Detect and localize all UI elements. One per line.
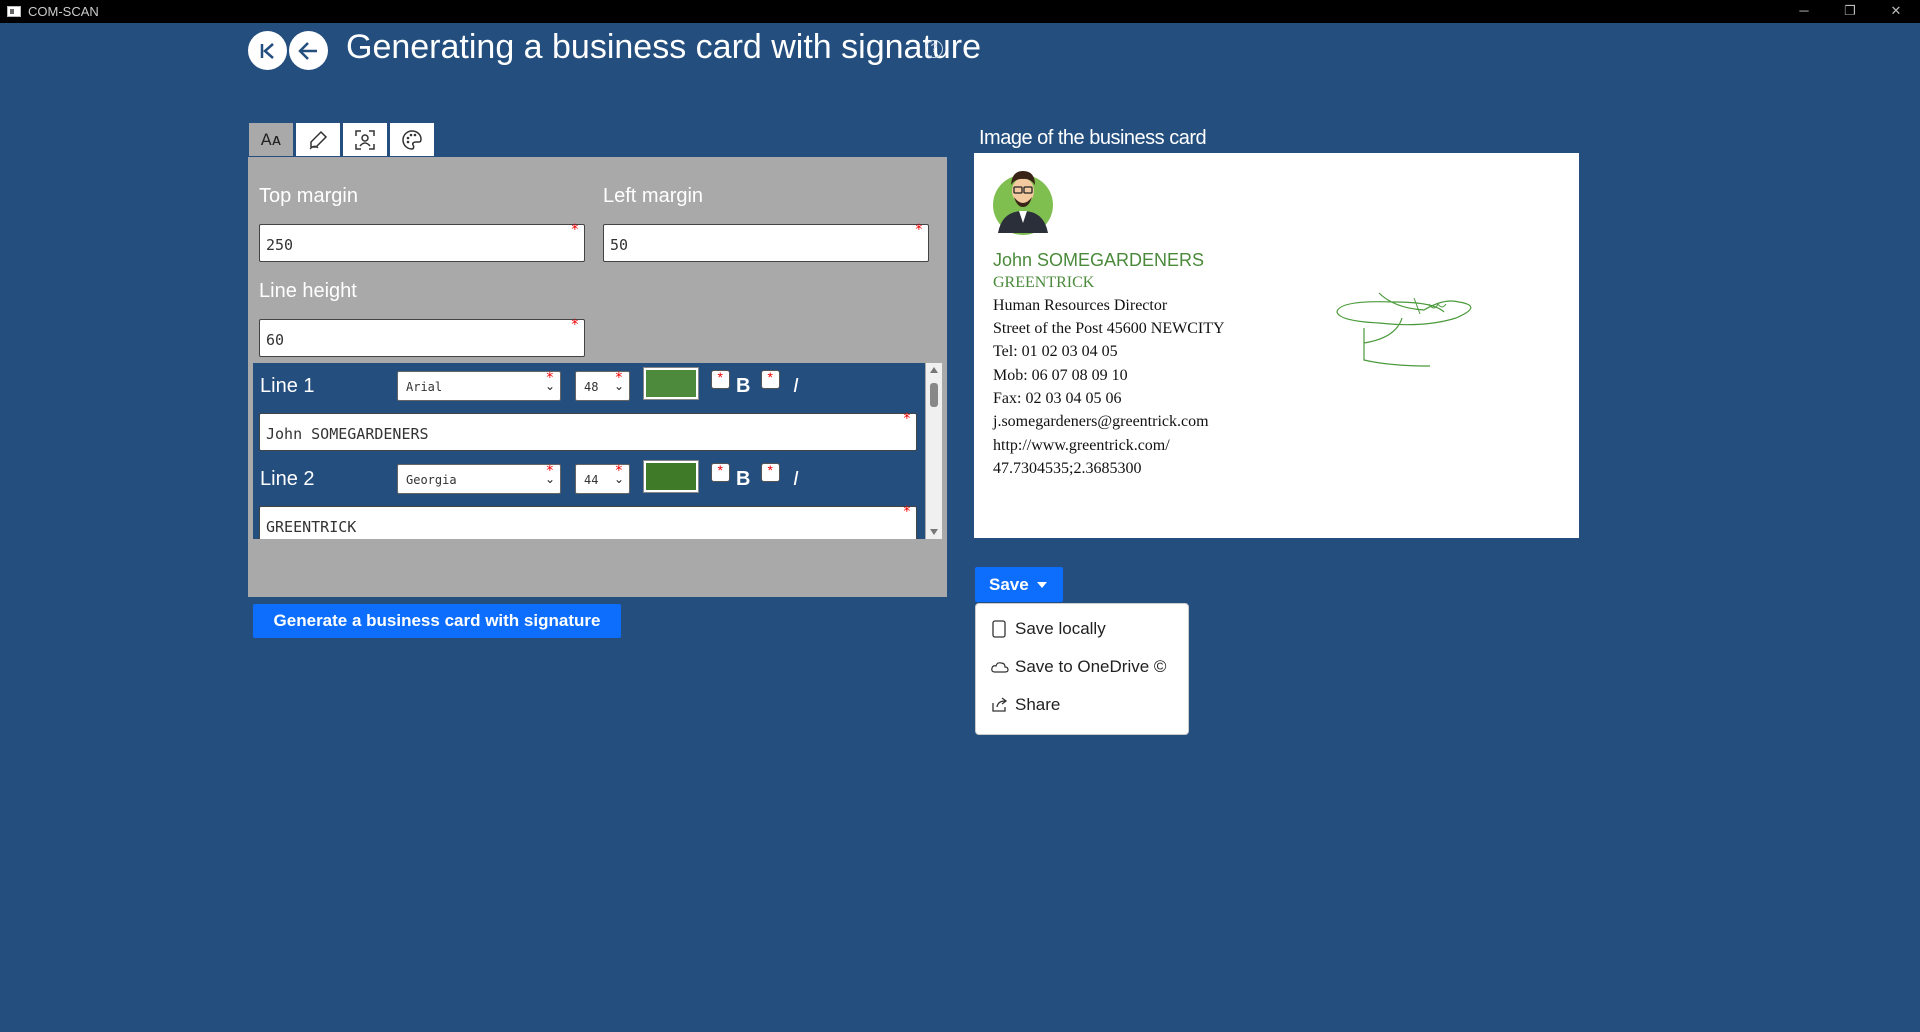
save-locally-item[interactable]: Save locally [991,619,1106,639]
line-2-bold-checkbox[interactable]: * [711,463,730,482]
top-margin-label: Top margin [259,185,358,207]
save-onedrive-label: Save to OneDrive © [1015,657,1167,676]
required-marker: * [614,370,623,386]
line-2-size-value: 44 [584,473,599,487]
required-marker: * [902,411,911,427]
card-line-6: Mob: 06 07 08 09 10 [993,367,1128,384]
card-line-4: Street of the Post 45600 NEWCITY [993,320,1225,337]
save-locally-label: Save locally [1015,619,1106,638]
line-height-label: Line height [259,280,357,302]
cloud-icon [991,660,1009,674]
card-line-1: John SOMEGARDENERS [993,250,1205,270]
required-marker: * [914,222,923,238]
required-marker: * [545,370,554,386]
save-dropdown-button[interactable]: Save [975,567,1063,602]
line-1-italic-checkbox[interactable]: * [761,370,780,389]
line-height-input[interactable]: 60 * [259,317,585,357]
share-item[interactable]: Share [991,695,1060,715]
preview-label: Image of the business card [979,127,1207,149]
card-line-7: Fax: 02 03 04 05 06 [993,390,1122,407]
line-1-bold-checkbox[interactable]: * [711,370,730,389]
font-size-icon: Aᴀ [260,130,282,149]
line-1-size-value: 48 [584,380,599,394]
page-title: Generating a business card with signatur… [346,28,982,66]
avatar [993,171,1053,235]
required-marker: * [767,369,773,385]
required-marker: * [717,462,723,478]
card-line-3: Human Resources Director [993,297,1168,314]
line-1-size-select[interactable]: 48 ⌄ * [575,371,630,401]
line-2-size-select[interactable]: 44 ⌄ * [575,464,630,494]
minimize-button[interactable]: ─ [1781,0,1827,23]
line-2-font-select[interactable]: Georgia ⌄ * [397,464,561,494]
save-menu: Save locally Save to OneDrive © Share [975,603,1189,735]
window-titlebar: COM-SCAN ─ ❐ ✕ [0,0,1920,23]
required-marker: * [570,222,579,238]
share-icon [991,697,1009,713]
left-margin-value: 50 [610,236,629,254]
card-line-8: j.somegardeners@greentrick.com [993,413,1209,430]
bold-label: B [736,375,751,397]
save-onedrive-item[interactable]: Save to OneDrive © [991,657,1166,677]
tab-photo[interactable] [343,123,387,156]
line-2-label: Line 2 [260,468,315,490]
line-2-italic-checkbox[interactable]: * [761,463,780,482]
line-1-color-swatch[interactable] [643,367,699,400]
line-1-font-value: Arial [406,380,443,394]
line-2-font-value: Georgia [406,473,457,487]
required-marker: * [614,463,623,479]
left-margin-input[interactable]: 50 * [603,222,929,262]
scrollbar-graphic [930,367,938,535]
signature-pen-icon [309,130,328,149]
required-marker: * [902,504,911,520]
card-line-10: 47.7304535;2.3685300 [993,460,1142,477]
arrow-left-icon [297,41,317,60]
card-line-9: http://www.greentrick.com/ [993,437,1170,454]
close-button[interactable]: ✕ [1873,0,1919,23]
card-line-2: GREENTRICK [993,274,1095,291]
business-card-preview: John SOMEGARDENERS GREENTRICK Human Reso… [974,153,1579,538]
tab-text[interactable]: Aᴀ [249,123,293,156]
help-icon[interactable]: ? [925,40,943,58]
bold-label: B [736,468,751,490]
line-1-text-input[interactable]: John SOMEGARDENERS * [259,411,917,451]
line-height-value: 60 [266,331,285,349]
top-margin-input[interactable]: 250 * [259,222,585,262]
skip-back-icon [260,42,274,59]
restore-button[interactable]: ❐ [1827,0,1873,23]
required-marker: * [570,317,579,333]
app-icon [7,6,21,17]
line-1-text-value: John SOMEGARDENERS [266,425,429,443]
top-margin-value: 250 [266,236,294,254]
line-2-color-swatch[interactable] [643,460,699,493]
required-marker: * [717,369,723,385]
required-marker: * [767,462,773,478]
tab-signature[interactable] [296,123,340,156]
device-icon [991,620,1009,638]
line-2-text-value: GREENTRICK [266,518,357,536]
generate-card-button[interactable]: Generate a business card with signature [253,604,621,638]
handwritten-signature [1336,292,1472,367]
line-1-label: Line 1 [260,375,315,397]
tab-colors[interactable] [390,123,434,156]
left-margin-label: Left margin [603,185,704,207]
line-2-text-input[interactable]: GREENTRICK * [259,504,917,539]
back-button[interactable] [289,31,328,70]
required-marker: * [545,463,554,479]
share-label: Share [1015,695,1061,714]
window-title: COM-SCAN [28,4,99,19]
italic-label: I [793,468,799,490]
face-scan-icon [355,129,375,150]
first-page-button[interactable] [248,31,287,70]
card-line-5: Tel: 01 02 03 04 05 [993,343,1118,360]
lines-list: Line 1 Arial ⌄ * 48 ⌄ * * B * I John SOMEGAR… [253,363,925,539]
lines-scrollbar[interactable] [926,363,942,539]
italic-label: I [793,375,799,397]
save-label: Save [989,574,1029,594]
palette-icon [402,129,422,150]
line-1-font-select[interactable]: Arial ⌄ * [397,371,561,401]
caret-down-icon [1036,581,1047,588]
